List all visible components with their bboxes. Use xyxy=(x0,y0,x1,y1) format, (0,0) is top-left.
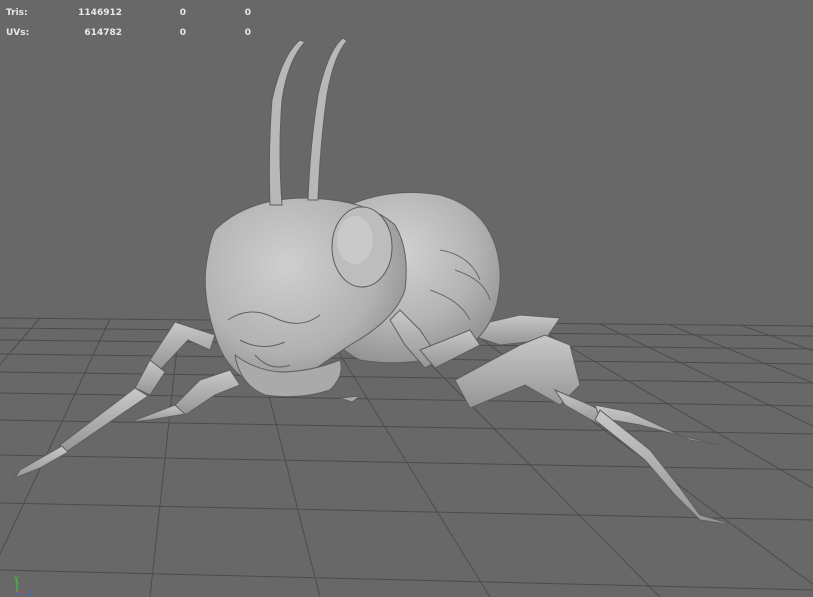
right-front-leg xyxy=(389,309,736,526)
hud-label: UVs: xyxy=(6,28,30,38)
hud-value: 1146912 xyxy=(78,8,122,18)
hud-value: 0 xyxy=(244,8,251,18)
viewport-scene[interactable] xyxy=(0,0,813,597)
hud-row-tris: Tris: 1146912 0 0 xyxy=(0,8,270,22)
left-antenna xyxy=(268,39,306,206)
hud-value: 0 xyxy=(179,8,186,18)
hud-value: 0 xyxy=(244,28,251,38)
hud-row-uvs: UVs: 614782 0 0 xyxy=(0,28,270,42)
hud-label: Tris: xyxy=(6,8,28,18)
insect-model[interactable] xyxy=(13,37,736,526)
right-antenna xyxy=(307,37,348,201)
hud-value: 0 xyxy=(179,28,186,38)
z-axis-label: z xyxy=(27,589,31,597)
view-axis-gizmo: y z xyxy=(14,573,31,597)
y-axis-label: y xyxy=(14,573,19,582)
3d-viewport[interactable]: Tris: 1146912 0 0 UVs: 614782 0 0 y z xyxy=(0,0,813,597)
hud-value: 614782 xyxy=(84,28,122,38)
